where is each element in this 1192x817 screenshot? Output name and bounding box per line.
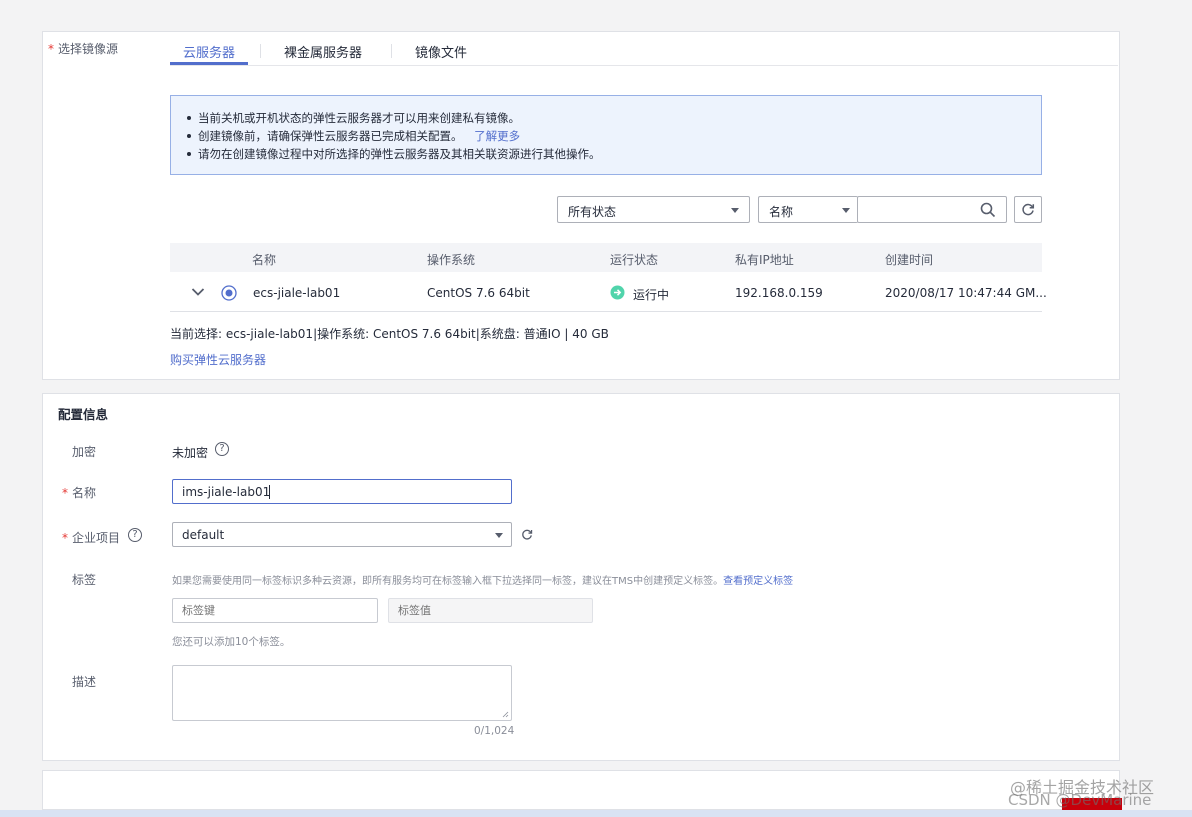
column-header-os: 操作系统 [427,253,476,267]
column-header-name: 名称 [252,253,277,267]
description-counter: 0/1,024 [474,725,515,737]
tab-image-file[interactable]: 镜像文件 [415,42,467,66]
enterprise-project-select[interactable]: default [172,522,512,547]
column-header-created: 创建时间 [885,253,934,267]
row-radio-button[interactable] [221,285,237,301]
tabs-underline [170,65,1118,66]
help-icon[interactable]: ? [215,442,229,456]
footer-area [42,770,1120,810]
image-source-label: * 选择镜像源 [48,42,119,56]
chevron-down-icon [731,208,739,213]
text-cursor [269,485,270,499]
server-private-ip: 192.168.0.159 [735,286,823,300]
server-created-time: 2020/08/17 10:47:44 GM... [885,286,1047,300]
refresh-icon [1022,203,1035,216]
current-selection-text: 当前选择: ecs-jiale-lab01|操作系统: CentOS 7.6 6… [170,327,609,341]
bottom-bar [0,810,1192,817]
help-icon[interactable]: ? [128,528,142,542]
encryption-label: 加密 [72,445,97,459]
image-name-input[interactable]: ims-jiale-lab01 [172,479,512,504]
tab-divider [260,44,261,58]
server-name-link[interactable]: ecs-jiale-lab01 [253,286,340,300]
expand-chevron-icon[interactable] [191,287,205,297]
view-predefined-tags-link[interactable]: 查看预定义标签 [723,576,793,587]
watermark-csdn: CSDN @DevMarine [1008,791,1152,809]
encryption-value: 未加密 [172,446,209,460]
buy-server-link[interactable]: 购买弹性云服务器 [170,351,266,368]
required-mark: * [48,42,54,56]
resize-handle-icon[interactable] [502,711,509,718]
refresh-button[interactable] [1014,196,1042,223]
notice-line-2: 创建镜像前，请确保弹性云服务器已完成相关配置。 了解更多 [186,129,521,143]
running-status-icon [610,285,625,300]
server-os: CentOS 7.6 64bit [427,286,530,300]
status-filter-select[interactable]: 所有状态 [557,196,750,223]
name-label: * 名称 [62,486,97,500]
chevron-down-icon [495,533,503,538]
server-status: 运行中 [633,288,670,302]
description-label: 描述 [72,675,97,689]
tab-bare-metal-server[interactable]: 裸金属服务器 [284,42,362,66]
search-field-select[interactable]: 名称 [758,196,858,223]
column-header-ip: 私有IP地址 [735,253,794,267]
enterprise-project-label: * 企业项目 [62,531,121,545]
tab-divider [391,44,392,58]
tag-label: 标签 [72,573,97,587]
tag-key-input[interactable] [172,598,378,623]
tag-hint: 如果您需要使用同一标签标识多种云资源，即所有服务均可在标签输入框下拉选择同一标签… [172,576,794,587]
config-section-title: 配置信息 [58,407,109,422]
refresh-icon[interactable] [521,529,533,541]
chevron-down-icon [842,208,850,213]
notice-line-3: 请勿在创建镜像过程中对所选择的弹性云服务器及其相关联资源进行其他操作。 [187,147,601,161]
search-input[interactable] [857,196,1007,223]
tag-value-input[interactable] [388,598,593,623]
column-header-status: 运行状态 [610,253,659,267]
learn-more-link[interactable]: 了解更多 [474,129,520,143]
description-textarea[interactable] [172,665,512,721]
search-icon[interactable] [980,202,996,218]
notice-line-1: 当前关机或开机状态的弹性云服务器才可以用来创建私有镜像。 [187,111,520,125]
tag-remaining-hint: 您还可以添加10个标签。 [172,636,291,648]
